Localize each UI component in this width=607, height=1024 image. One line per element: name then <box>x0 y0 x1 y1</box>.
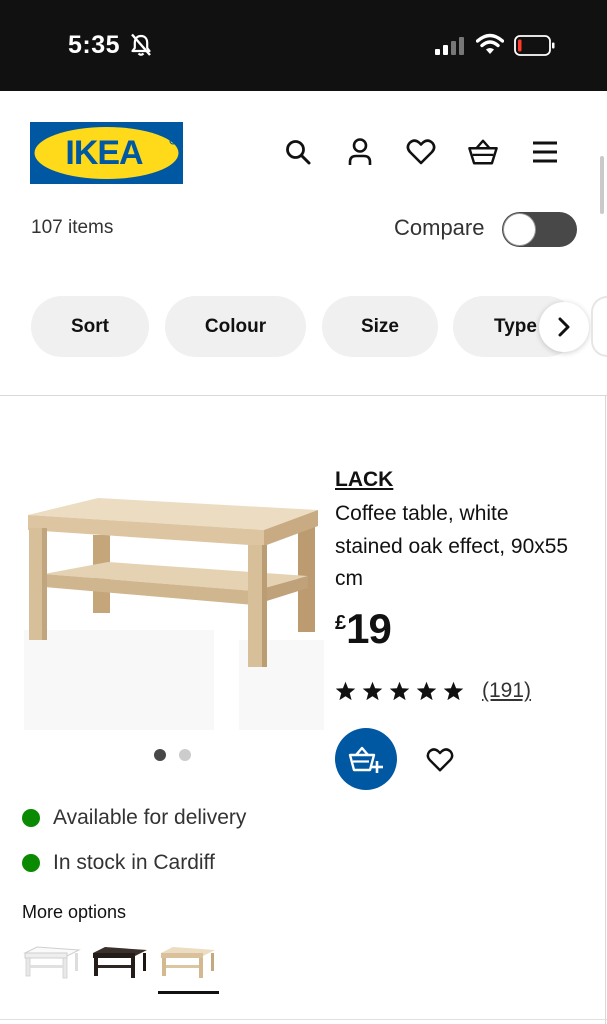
availability-label: Available for delivery <box>53 806 247 829</box>
price-currency: £ <box>335 612 347 634</box>
heart-icon[interactable] <box>406 137 436 167</box>
items-count: 107 items <box>31 217 114 238</box>
price-value: 19 <box>346 605 392 652</box>
card-divider <box>0 1019 607 1020</box>
cellular-signal-icon <box>435 36 467 61</box>
card-divider <box>605 395 606 1024</box>
filter-overflow-pill <box>591 296 607 357</box>
rating-stars <box>335 681 464 701</box>
chevron-right-icon[interactable] <box>539 302 589 352</box>
carousel-dots <box>154 749 191 761</box>
status-dot <box>22 854 40 872</box>
svg-text:IKEA: IKEA <box>65 134 143 172</box>
menu-icon[interactable] <box>530 137 560 167</box>
battery-low-icon <box>514 35 556 62</box>
product-rating[interactable]: (191) <box>335 679 531 703</box>
variant-white[interactable] <box>22 938 82 984</box>
compare-toggle[interactable] <box>502 212 577 247</box>
star-icon <box>362 681 383 701</box>
add-to-bag-icon <box>348 746 383 773</box>
selected-variant-indicator <box>158 991 219 994</box>
product-price: £ 19 <box>335 605 392 652</box>
toggle-knob <box>504 214 535 245</box>
product-description: Coffee table, white stained oak effect, … <box>335 502 569 590</box>
wifi-icon <box>475 33 505 60</box>
bell-slash-icon <box>130 33 152 62</box>
compare-label: Compare <box>394 215 485 240</box>
variant-black-brown[interactable] <box>90 938 150 984</box>
scrollbar-thumb[interactable] <box>600 156 604 214</box>
star-icon <box>443 681 464 701</box>
availability-store: In stock in Cardiff <box>22 851 215 875</box>
availability-label: In stock in Cardiff <box>53 851 215 874</box>
filter-sort[interactable]: Sort <box>31 296 149 357</box>
site-header: IKEA <box>0 91 607 211</box>
carousel-dot-2[interactable] <box>179 749 191 761</box>
more-options-label: More options <box>22 902 127 922</box>
carousel-dot-1[interactable] <box>154 749 166 761</box>
ikea-logo[interactable]: IKEA <box>30 122 183 189</box>
status-bar: 5:35 <box>0 0 607 91</box>
review-count[interactable]: (191) <box>482 679 531 703</box>
add-to-cart-button[interactable] <box>335 728 397 790</box>
variant-white-stained-oak[interactable] <box>158 938 218 984</box>
star-icon <box>389 681 410 701</box>
status-dot <box>22 809 40 827</box>
filter-colour[interactable]: Colour <box>165 296 306 357</box>
filter-size[interactable]: Size <box>322 296 438 357</box>
status-time: 5:35 <box>68 31 121 59</box>
wishlist-heart-icon[interactable] <box>424 744 456 776</box>
shopping-bag-icon[interactable] <box>468 137 498 167</box>
availability-delivery: Available for delivery <box>22 806 246 830</box>
star-icon <box>335 681 356 701</box>
search-icon[interactable] <box>283 137 313 167</box>
star-icon <box>416 681 437 701</box>
profile-icon[interactable] <box>345 137 375 167</box>
product-image[interactable] <box>24 490 324 740</box>
product-name[interactable]: LACK <box>335 468 393 492</box>
